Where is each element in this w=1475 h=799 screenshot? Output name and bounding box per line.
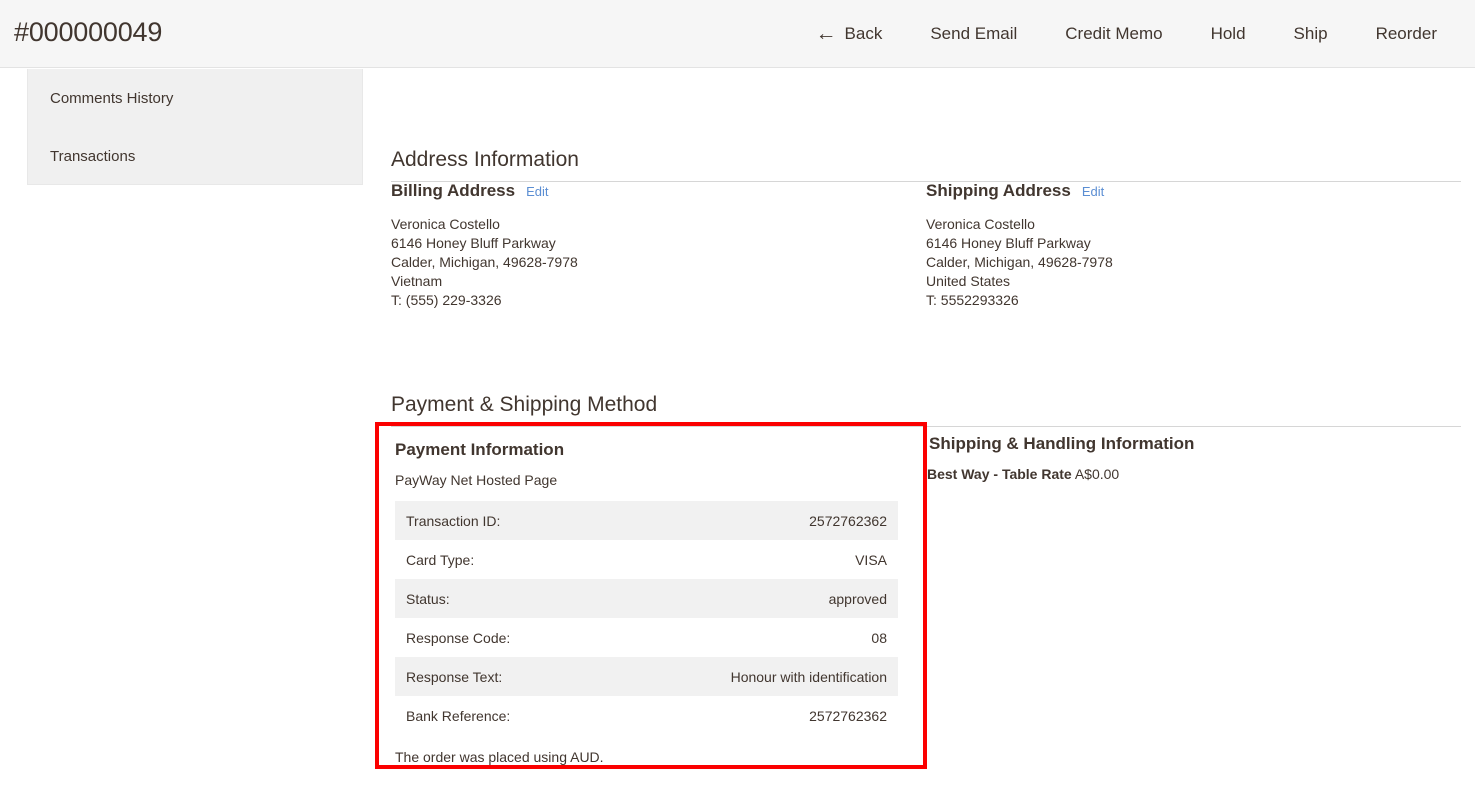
page-header: #000000049 ← Back Send Email Credit Memo… xyxy=(0,0,1475,68)
status-value: approved xyxy=(828,590,887,607)
shipping-address-edit-link[interactable]: Edit xyxy=(1082,184,1104,199)
send-email-button[interactable]: Send Email xyxy=(906,0,1041,68)
shipping-address-lines: Veronica Costello 6146 Honey Bluff Parkwa… xyxy=(926,216,1113,308)
payment-information-title: Payment Information xyxy=(395,440,565,459)
payment-column: Payment Information PayWay Net Hosted Pa… xyxy=(375,422,927,769)
payment-method-name: PayWay Net Hosted Page xyxy=(395,472,558,488)
shipping-method-price: A$0.00 xyxy=(1074,466,1120,482)
table-row: Response Text: Honour with identificatio… xyxy=(395,657,898,696)
address-columns: Billing Address Edit Veronica Costello 61… xyxy=(391,181,1461,310)
hold-button[interactable]: Hold xyxy=(1187,0,1270,68)
sidebar-item-comments-history[interactable]: Comments History xyxy=(28,69,362,127)
table-row: Bank Reference: 2572762362 xyxy=(395,696,898,735)
shipping-handling-title: Shipping & Handling Information xyxy=(929,434,1195,453)
status-label: Status: xyxy=(406,590,450,607)
table-row: Status: approved xyxy=(395,579,898,618)
sidebar-item-label: Transactions xyxy=(50,147,136,165)
shipping-address-block: Shipping Address Edit Veronica Costello 6… xyxy=(926,181,1461,310)
ship-button[interactable]: Ship xyxy=(1270,0,1352,68)
transaction-id-value: 2572762362 xyxy=(809,512,887,529)
payment-details-table: Transaction ID: 2572762362 Card Type: VI… xyxy=(395,501,898,735)
shipping-method-name: Best Way - Table Rate xyxy=(927,466,1072,482)
table-row: Transaction ID: 2572762362 xyxy=(395,501,898,540)
page-title: #000000049 xyxy=(14,17,163,47)
response-text-value: Honour with identification xyxy=(730,668,887,685)
back-button[interactable]: ← Back xyxy=(792,0,907,68)
response-code-value: 08 xyxy=(871,629,887,646)
credit-memo-button-label: Credit Memo xyxy=(1065,24,1163,43)
shipping-handling-column: Shipping & Handling Information Best Way… xyxy=(927,434,1461,769)
billing-address-block: Billing Address Edit Veronica Costello 61… xyxy=(391,181,926,310)
response-text-label: Response Text: xyxy=(406,668,503,685)
table-row: Response Code: 08 xyxy=(395,618,898,657)
card-type-value: VISA xyxy=(855,551,887,568)
transaction-id-label: Transaction ID: xyxy=(406,512,501,529)
hold-button-label: Hold xyxy=(1210,24,1246,43)
sidebar-item-label: Comments History xyxy=(50,89,174,107)
payment-details-table-body: Transaction ID: 2572762362 Card Type: VI… xyxy=(395,501,898,735)
back-button-label: Back xyxy=(844,24,883,43)
billing-address-title-row: Billing Address Edit xyxy=(391,181,926,201)
payment-shipping-columns: Payment Information PayWay Net Hosted Pa… xyxy=(375,422,1461,769)
table-row: Card Type: VISA xyxy=(395,540,898,579)
payment-information-highlight-box: Payment Information PayWay Net Hosted Pa… xyxy=(375,422,927,769)
shipping-address-title: Shipping Address xyxy=(926,181,1071,200)
arrow-left-icon: ← xyxy=(815,22,837,45)
shipping-handling-block: Shipping & Handling Information Best Way… xyxy=(927,434,1461,482)
billing-address-title: Billing Address xyxy=(391,181,516,200)
credit-memo-button[interactable]: Credit Memo xyxy=(1041,0,1186,68)
ship-button-label: Ship xyxy=(1293,24,1328,43)
response-code-label: Response Code: xyxy=(406,629,511,646)
order-currency-note: The order was placed using AUD. xyxy=(395,749,604,765)
reorder-button-label: Reorder xyxy=(1375,24,1437,43)
bank-reference-value: 2572762362 xyxy=(809,707,887,724)
send-email-button-label: Send Email xyxy=(930,24,1018,43)
billing-address-lines: Veronica Costello 6146 Honey Bluff Parkwa… xyxy=(391,216,578,308)
reorder-button[interactable]: Reorder xyxy=(1352,0,1461,68)
header-action-bar: ← Back Send Email Credit Memo Hold Ship … xyxy=(792,0,1461,68)
bank-reference-label: Bank Reference: xyxy=(406,707,511,724)
shipping-address-title-row: Shipping Address Edit xyxy=(926,181,1461,201)
address-information-heading: Address Information xyxy=(391,148,1461,182)
shipping-method-line: Best Way - Table Rate A$0.00 xyxy=(927,466,1461,482)
sidebar-item-transactions[interactable]: Transactions xyxy=(28,127,362,185)
card-type-label: Card Type: xyxy=(406,551,475,568)
order-nav-sidebar: Comments History Transactions xyxy=(27,69,363,185)
billing-address-edit-link[interactable]: Edit xyxy=(526,184,548,199)
